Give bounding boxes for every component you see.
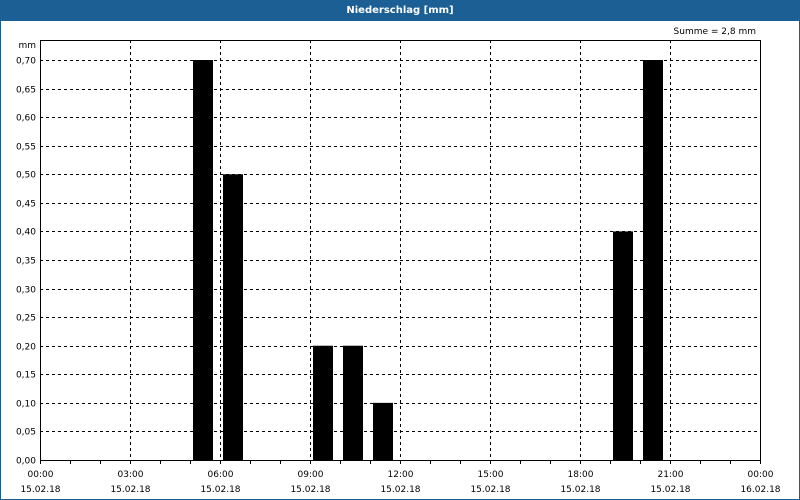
x-tick-date: 15.02.18: [650, 485, 690, 495]
bar: [643, 60, 663, 460]
x-tick-time: 03:00: [118, 470, 144, 480]
y-tick-label: 0,35: [16, 257, 36, 267]
y-tick-label: 0,65: [16, 86, 36, 96]
x-tick-date: 15.02.18: [20, 485, 60, 495]
y-tick-label: 0,50: [16, 171, 36, 181]
bar: [343, 345, 363, 460]
bar: [373, 402, 393, 460]
x-tick-time: 00:00: [748, 470, 774, 480]
bar: [613, 231, 633, 460]
y-tick-label: 0,15: [16, 371, 36, 381]
x-tick-date: 15.02.18: [200, 485, 240, 495]
y-tick-label: 0,10: [16, 400, 36, 410]
y-tick-label: 0,55: [16, 143, 36, 153]
x-tick-time: 18:00: [568, 470, 594, 480]
y-tick-label: 0,30: [16, 286, 36, 296]
x-tick-time: 15:00: [478, 470, 504, 480]
y-tick-label: 0,00: [16, 457, 36, 467]
y-tick-label: 0,45: [16, 200, 36, 210]
x-tick-time: 21:00: [658, 470, 684, 480]
x-tick-date: 15.02.18: [380, 485, 420, 495]
bar: [193, 60, 213, 460]
x-tick-time: 09:00: [298, 470, 324, 480]
x-tick-date: 15.02.18: [470, 485, 510, 495]
x-tick-time: 00:00: [28, 470, 54, 480]
x-tick-date: 15.02.18: [110, 485, 150, 495]
x-tick-date: 15.02.18: [290, 485, 330, 495]
x-tick-time: 06:00: [208, 470, 234, 480]
y-tick-label: 0,40: [16, 228, 36, 238]
x-tick-time: 12:00: [388, 470, 414, 480]
x-tick-date: 15.02.18: [560, 485, 600, 495]
sum-annotation: Summe = 2,8 mm: [674, 27, 756, 37]
y-tick-label: 0,05: [16, 428, 36, 438]
y-tick-label: 0,20: [16, 343, 36, 353]
y-tick-label: 0,70: [16, 57, 36, 67]
y-tick-label: 0,60: [16, 114, 36, 124]
bar: [223, 174, 243, 461]
x-tick-date: 16.02.18: [740, 485, 780, 495]
y-tick-label: 0,25: [16, 314, 36, 324]
y-axis-unit: mm: [18, 41, 36, 51]
precipitation-chart: 0,00 0,05 0,10 0,15 0,20 0,25 0,30 0,35 0,40 0,45…: [16, 27, 781, 495]
bar: [313, 345, 333, 460]
